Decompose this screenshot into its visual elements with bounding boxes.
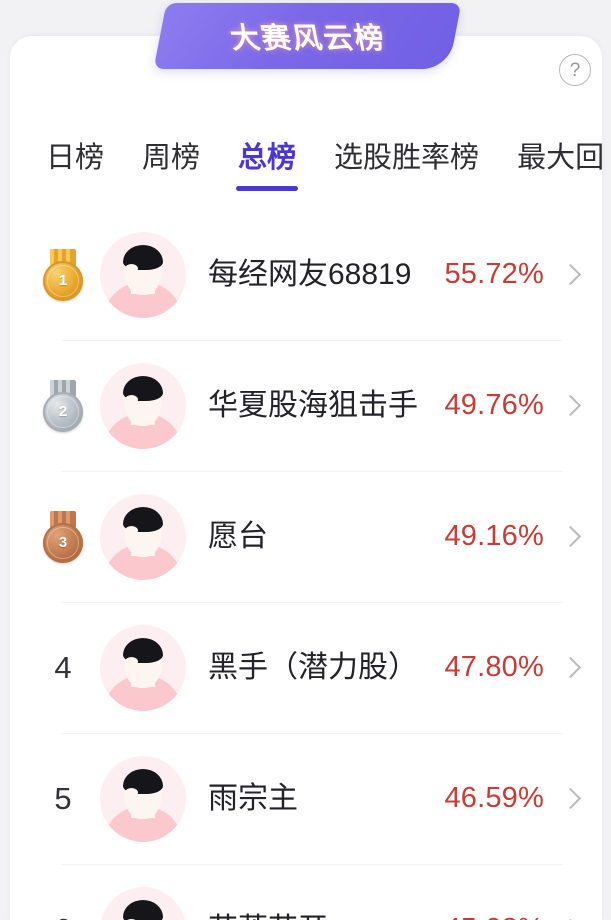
ranking-list: 1 每经网友68819 55.72% 2 华夏股海狙击手 49.76% 3 愿台…	[10, 209, 602, 920]
rank-number: 6	[54, 912, 71, 920]
help-button[interactable]: ?	[559, 54, 591, 86]
leaderboard-card: 日榜 周榜 总榜 选股胜率榜 最大回撤 1	[10, 36, 602, 920]
return-percent: 46.59%	[444, 782, 544, 814]
bronze-medal-icon: 3	[38, 510, 88, 563]
chevron-right-icon[interactable]	[558, 917, 584, 920]
page-title: 大赛风云榜	[227, 23, 389, 55]
avatar	[100, 493, 186, 580]
tab-stock-win-rate[interactable]: 选股胜率榜	[334, 132, 479, 176]
return-percent: 49.16%	[444, 520, 544, 552]
medal-rank-number: 1	[43, 260, 83, 301]
silver-medal-icon: 2	[38, 379, 88, 432]
table-row[interactable]: 6 花落花开 45.08%	[10, 864, 602, 920]
rank-indicator: 6	[34, 901, 92, 920]
rank-indicator: 5	[34, 770, 92, 828]
user-name: 黑手（潜力股）	[208, 650, 418, 684]
table-row[interactable]: 4 黑手（潜力股） 47.80%	[10, 602, 602, 733]
tab-bar: 日榜 周榜 总榜 选股胜率榜 最大回撤	[10, 132, 602, 194]
rank-indicator: 3	[34, 508, 92, 566]
row-metrics: 46.59%	[444, 782, 584, 815]
chevron-right-icon[interactable]	[558, 393, 584, 419]
chevron-right-icon[interactable]	[558, 786, 584, 812]
tab-daily[interactable]: 日榜	[46, 132, 104, 176]
chevron-right-icon[interactable]	[558, 655, 584, 681]
gold-medal-icon: 1	[38, 248, 88, 301]
tab-overall[interactable]: 总榜	[236, 132, 299, 191]
user-name: 愿台	[208, 519, 268, 553]
question-mark-icon: ?	[569, 59, 581, 81]
user-name: 华夏股海狙击手	[208, 388, 418, 422]
rank-indicator: 4	[34, 639, 92, 697]
chevron-right-icon[interactable]	[558, 262, 584, 288]
row-metrics: 49.76%	[444, 389, 584, 422]
avatar	[100, 755, 186, 842]
table-row[interactable]: 3 愿台 49.16%	[10, 471, 602, 602]
row-metrics: 49.16%	[444, 520, 584, 553]
row-metrics: 47.80%	[444, 651, 584, 684]
chevron-right-icon[interactable]	[558, 524, 584, 550]
rank-number: 4	[54, 649, 72, 685]
leaderboard-screen: 日榜 周榜 总榜 选股胜率榜 最大回撤 1	[0, 0, 611, 920]
medal-rank-number: 3	[43, 522, 83, 563]
avatar	[100, 231, 186, 318]
user-name: 雨宗主	[208, 781, 298, 815]
user-name: 花落花开	[208, 907, 436, 920]
return-percent: 47.80%	[444, 651, 544, 683]
return-percent: 45.08%	[444, 913, 544, 920]
table-row[interactable]: 2 华夏股海狙击手 49.76%	[10, 340, 602, 471]
table-row[interactable]: 5 雨宗主 46.59%	[10, 733, 602, 864]
tab-label: 选股胜率榜	[334, 142, 480, 174]
tab-active-indicator	[236, 186, 299, 191]
tab-label: 日榜	[46, 142, 105, 174]
return-percent: 49.76%	[444, 389, 544, 421]
tab-label: 最大回撤	[517, 142, 602, 174]
medal-rank-number: 2	[43, 391, 83, 432]
row-metrics: 55.72%	[444, 258, 584, 291]
tab-weekly[interactable]: 周榜	[142, 132, 200, 176]
tab-label: 总榜	[238, 142, 297, 174]
user-name: 每经网友68819	[208, 257, 412, 291]
avatar	[100, 624, 186, 711]
rank-number: 5	[54, 780, 72, 816]
rank-indicator: 2	[34, 377, 92, 435]
table-row[interactable]: 1 每经网友68819 55.72%	[10, 209, 602, 340]
tab-max-drawdown[interactable]: 最大回撤	[517, 132, 602, 176]
avatar	[100, 886, 186, 920]
return-percent: 55.72%	[444, 258, 544, 290]
avatar	[100, 362, 186, 449]
rank-indicator: 1	[34, 246, 92, 304]
row-metrics: 45.08%	[444, 913, 584, 920]
page-title-banner: 大赛风云榜	[153, 3, 462, 69]
tab-label: 周榜	[142, 142, 201, 174]
